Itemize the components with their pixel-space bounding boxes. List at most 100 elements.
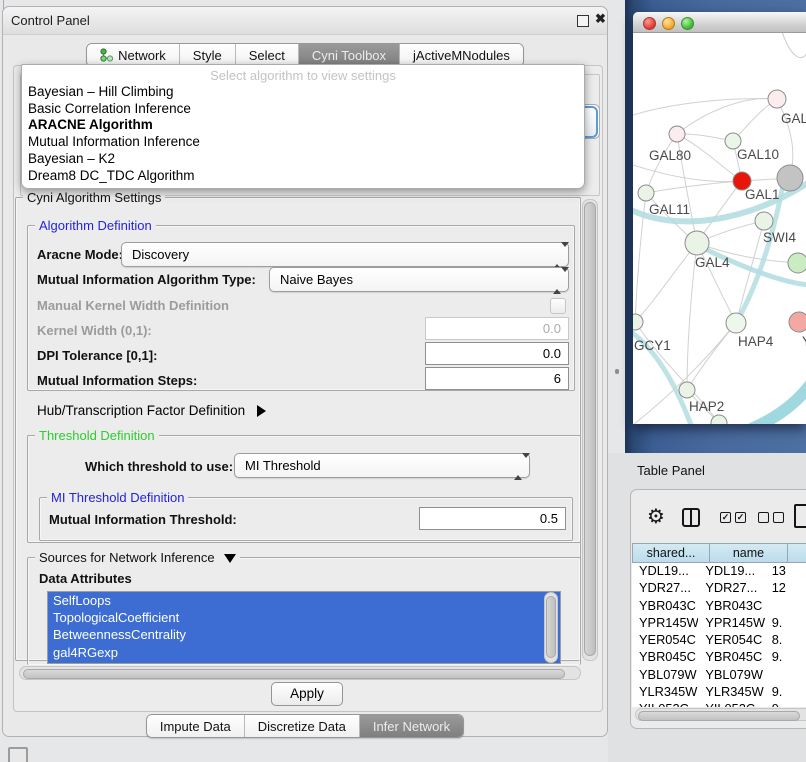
float-panel-icon[interactable] [577,15,589,27]
algorithm-option[interactable]: Mutual Information Inference [28,134,578,151]
table-row[interactable]: YPR145WYPR145W9. [632,615,806,632]
table-cell: YDR27... [632,580,698,597]
dpi-tolerance-field[interactable]: 0.0 [425,342,569,365]
tab-label: Infer Network [373,719,450,734]
deselect-all-columns-icon[interactable] [758,512,784,523]
table-cell: YBL079W [632,667,698,684]
node-label: GAL1 [745,187,780,202]
algorithm-option[interactable]: Basic Correlation Inference [28,101,578,118]
window-minimize-button[interactable] [662,17,675,30]
mi-algorithm-type-label: Mutual Information Algorithm Type: [37,272,256,287]
tab-style[interactable]: Style [179,44,235,66]
close-icon[interactable]: ✖ [595,11,606,27]
column-header-shared[interactable]: shared... [632,543,710,563]
network-node-gal80[interactable] [669,126,685,142]
tab-jactivemnodules[interactable]: jActiveMNodules [399,44,523,66]
scrollbar-thumb[interactable] [584,202,596,656]
network-node-gal[interactable] [768,90,786,108]
attribute-list-item-selected[interactable]: BetweennessCentrality [48,626,560,643]
node-label: Y [802,334,806,349]
column-header-name[interactable]: name [710,543,788,563]
splitter-grip[interactable] [615,369,619,374]
network-node-hap4[interactable] [726,313,746,333]
settings-vertical-scrollbar[interactable] [582,199,598,661]
cyni-bottom-tab-bar: Impute DataDiscretize Data Infer Network [3,714,607,738]
tab-discretize-data[interactable]: Discretize Data [244,715,359,737]
algorithm-option[interactable]: Dream8 DC_TDC Algorithm [28,168,578,185]
table-panel: Table Panel ⚙ ✓ ✓ shared...nameA YDL19..… [608,453,806,762]
window-zoom-button[interactable] [681,17,694,30]
table-cell: 9. [765,684,806,701]
table-horizontal-scrollbar[interactable] [635,708,806,721]
document-icon[interactable] [794,504,806,528]
table-row[interactable]: YIL052CYIL052C9 [632,701,806,707]
window-close-button[interactable] [643,17,656,30]
network-node-y[interactable] [789,312,806,332]
algorithm-option[interactable]: ARACNE Algorithm [28,117,578,134]
scrollbar-thumb[interactable] [638,711,800,721]
network-edge [646,134,677,193]
kernel-width-field[interactable]: 0.0 [425,317,569,340]
apply-button[interactable]: Apply [271,682,343,706]
which-threshold-select[interactable]: MI Threshold [234,453,530,478]
network-node[interactable] [777,165,803,191]
network-node[interactable] [788,253,806,273]
table-row[interactable]: YLR345WYLR345W9. [632,684,806,701]
mi-algorithm-type-select[interactable]: Naive Bayes [269,267,569,292]
node-label: HAP2 [689,399,724,414]
network-node-gcy1[interactable] [633,314,643,330]
algorithm-definition-title: Algorithm Definition [35,218,156,233]
table-cell: YBL079W [698,667,764,684]
mi-threshold-field[interactable]: 0.5 [419,507,566,530]
table-row[interactable]: YDL19...YDL19...13 [632,563,806,580]
table-row[interactable]: YER054CYER054C8. [632,632,806,649]
table-row[interactable]: YBR043CYBR043C [632,598,806,615]
table-cell: YLR345W [698,684,764,701]
network-node-hap2[interactable] [679,382,695,398]
network-canvas[interactable]: GALGAL80GAL10GAL1GAL11SWI4GAL4GCY1HAP4YH… [633,33,806,424]
network-edge [677,98,777,134]
attribute-list-item-selected[interactable]: gal4RGexp [48,644,560,661]
settings-horizontal-scrollbar[interactable] [19,666,581,680]
manual-kernel-width-label: Manual Kernel Width Definition [37,298,229,313]
hub-definition-expander[interactable]: Hub/Transcription Factor Definition [37,403,266,418]
network-view-window: GALGAL80GAL10GAL1GAL11SWI4GAL4GCY1HAP4YH… [633,12,806,424]
network-edge [781,33,806,58]
scrollbar-thumb[interactable] [546,596,556,658]
minimized-panel-icon[interactable] [8,747,28,762]
algorithm-option[interactable]: Bayesian – Hill Climbing [28,84,578,101]
columns-icon[interactable] [682,508,700,527]
unchecked-checkbox-icon [773,512,784,523]
algorithm-option[interactable]: Bayesian – K2 [28,151,578,168]
select-all-columns-icon[interactable]: ✓ ✓ [720,512,746,523]
column-header-A[interactable]: A [788,543,806,563]
network-node-gal11[interactable] [638,185,654,201]
node-label: SWI4 [763,230,796,245]
collapse-down-icon [224,554,236,563]
manual-kernel-width-checkbox[interactable] [550,298,566,314]
table-row[interactable]: YDR27...YDR27...12 [632,580,806,597]
attribute-list-item-selected[interactable]: TopologicalCoefficient [48,609,560,626]
attribute-list-item-selected[interactable]: SelfLoops [48,592,560,609]
scrollbar-thumb[interactable] [23,669,565,679]
tab-network[interactable]: Network [87,44,179,66]
which-threshold-label: Which threshold to use: [85,459,233,474]
network-window-titlebar[interactable] [633,12,806,33]
tab-infer-network[interactable]: Infer Network [359,715,463,737]
table-row[interactable]: YBL079WYBL079W [632,667,806,684]
network-node-swi4[interactable] [755,212,773,230]
table-cell: 9 [765,701,806,707]
tab-select[interactable]: Select [235,44,298,66]
mi-steps-field[interactable]: 6 [425,367,569,390]
mi-threshold-label: Mutual Information Threshold: [49,512,237,527]
network-node-gal4[interactable] [685,231,709,255]
gear-icon[interactable]: ⚙ [647,506,665,526]
table-cell: 13 [765,563,806,580]
sources-expander[interactable]: Sources for Network Inference [35,550,240,565]
attributes-scrollbar[interactable] [544,592,558,663]
table-row[interactable]: YBR045CYBR045C9. [632,649,806,666]
combo-arrows-icon [514,458,522,473]
tab-cyni-toolbox[interactable]: Cyni Toolbox [298,44,399,66]
tab-impute-data[interactable]: Impute Data [147,715,244,737]
aracne-mode-select[interactable]: Discovery [121,242,569,267]
